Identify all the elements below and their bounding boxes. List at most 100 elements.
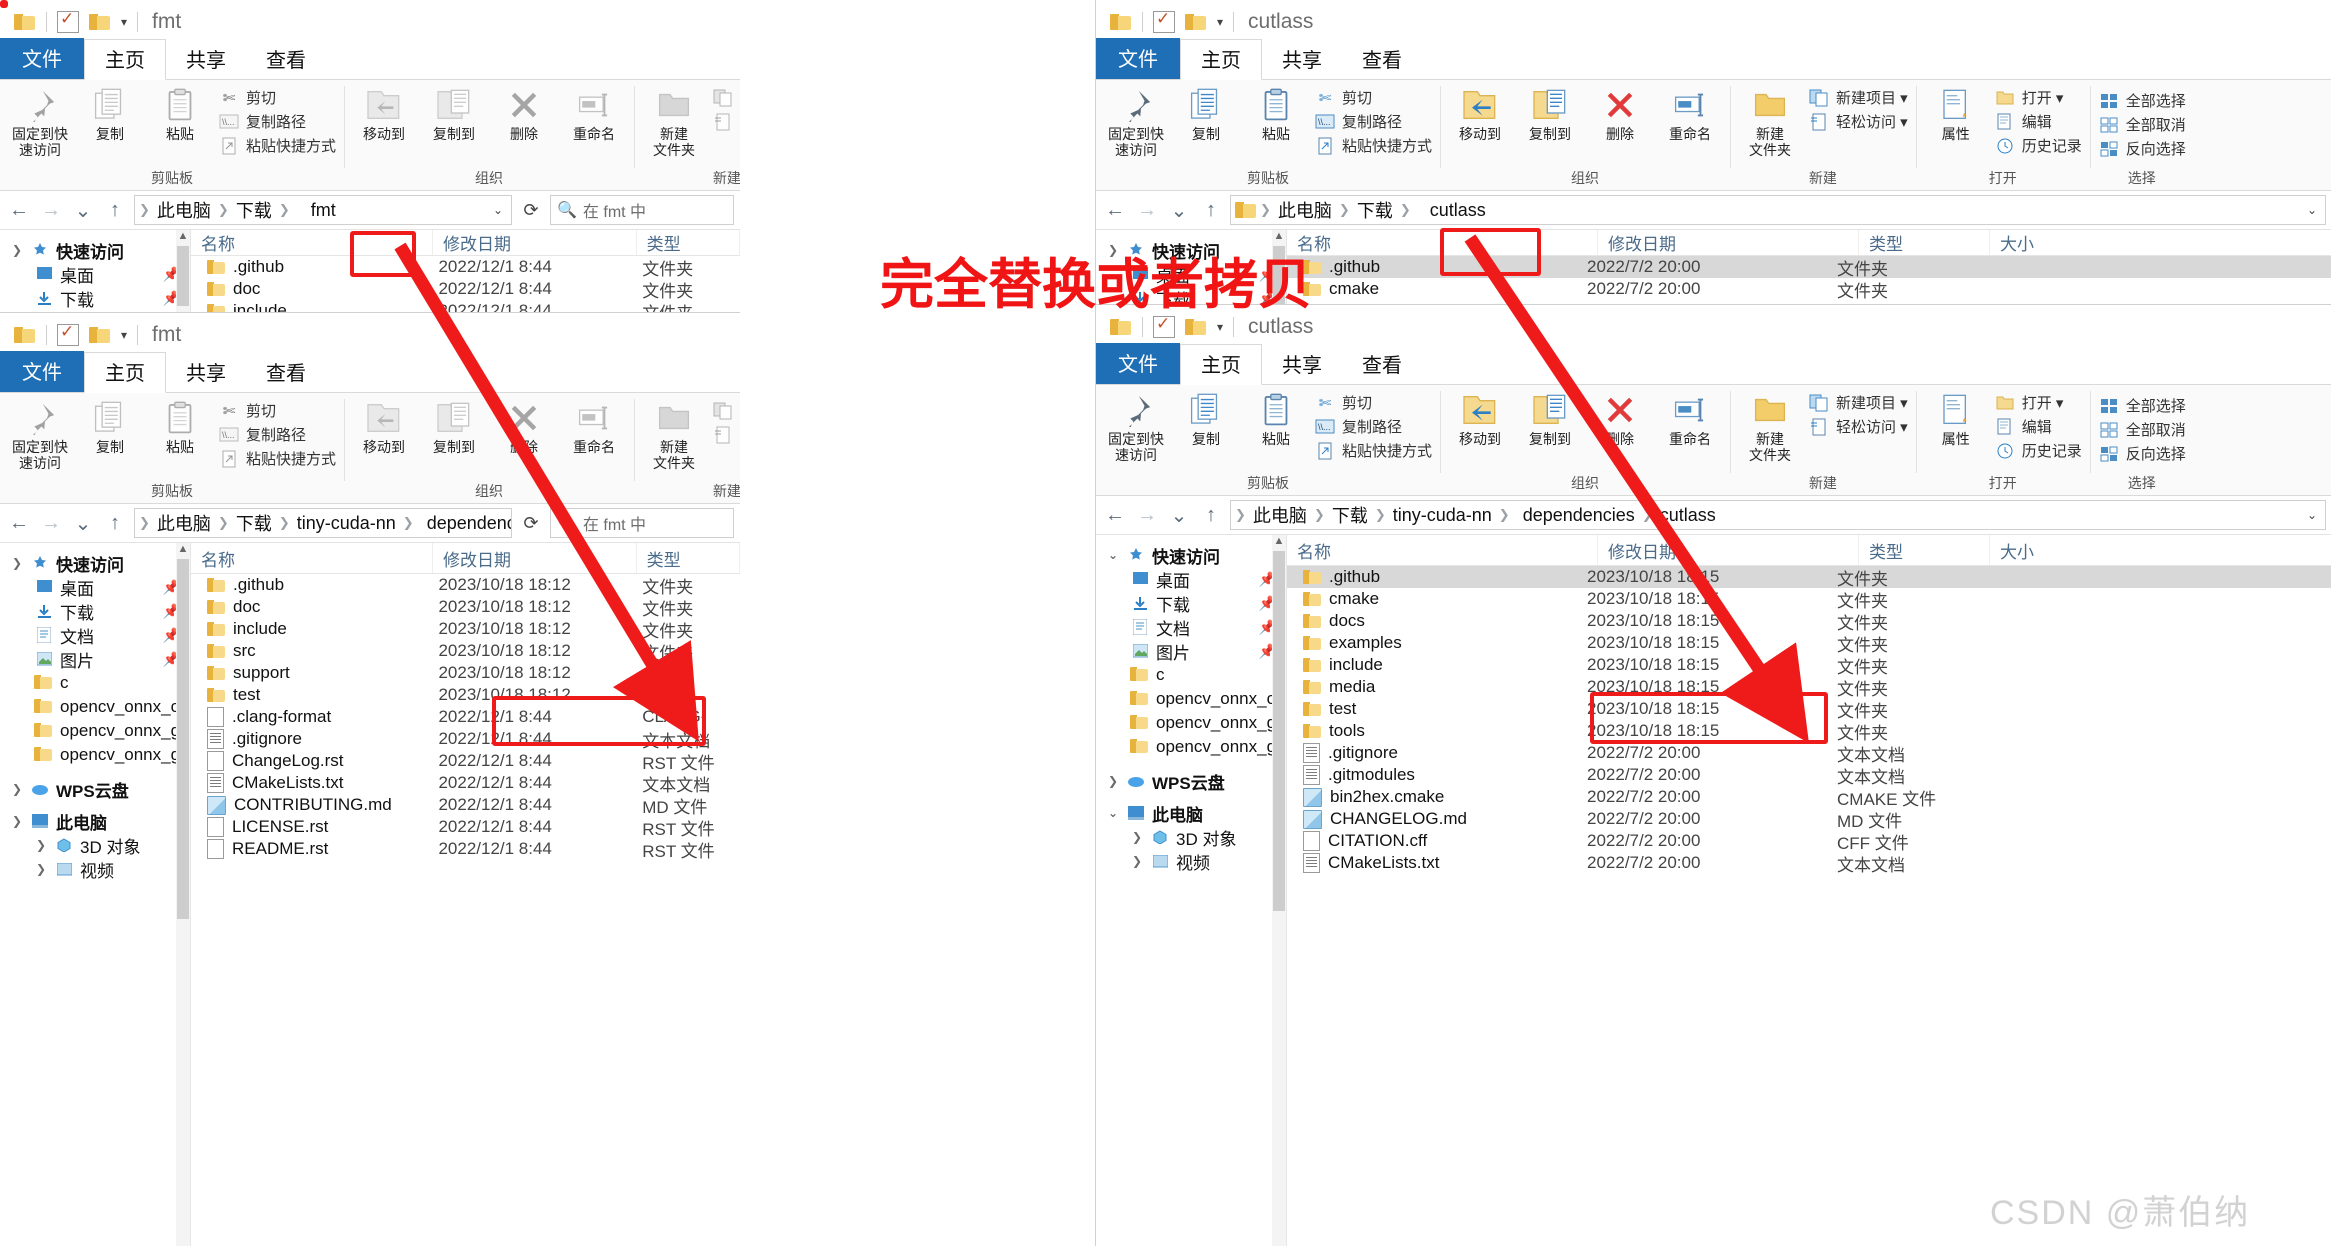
copy-to-button[interactable]: 复制到 [422,84,486,142]
nav-quick-access[interactable]: ⌄ 快速访问 [1096,543,1286,567]
chevron-down-icon[interactable]: ⌄ [2307,203,2321,217]
pin-to-quick-access-button[interactable]: 固定到快 速访问 [1104,389,1168,463]
open-button[interactable]: 打开 ▾ [1994,87,2082,108]
chevron-right-icon[interactable]: ❯ [10,782,24,796]
forward-button[interactable]: → [1134,504,1160,527]
tab-view[interactable]: 查看 [1342,345,1422,384]
new-folder-button[interactable]: 新建 文件夹 [1738,389,1802,463]
table-row[interactable]: CMakeLists.txt 2022/12/1 8:44 文本文档 [191,772,740,795]
table-row[interactable]: include 2022/12/1 8:44 文件夹 [191,300,740,312]
file-list-pane[interactable]: 名称 修改日期 类型 大小 .github 2023/10/18 18:15 文… [1287,535,2331,1246]
nav-scrollbar[interactable]: ▲ [1272,535,1286,1246]
tab-home[interactable]: 主页 [84,39,166,80]
pin-to-quick-access-button[interactable]: 固定到快 速访问 [1104,84,1168,158]
nav-item-opencv-onnx-gpu2[interactable]: opencv_onnx_gpu2 [0,719,190,743]
chevron-right-icon[interactable]: ❯ [10,556,24,570]
cut-button[interactable]: ✄ 剪切 [218,400,336,421]
tab-view[interactable]: 查看 [1342,40,1422,79]
column-header-type[interactable]: 类型 [637,543,740,573]
nav-wps-cloud[interactable]: ❯ WPS云盘 [0,777,190,801]
paste-button[interactable]: 粘贴 [148,397,212,455]
ribbon[interactable]: 固定到快 速访问 复制 粘贴 ✄ 剪切 \\... 复制路径 粘贴快捷方式 剪贴… [1096,80,2331,191]
table-row[interactable]: .github 2022/12/1 8:44 文件夹 [191,256,740,279]
rename-button[interactable]: 重命名 [562,397,626,455]
back-button[interactable]: ← [1102,199,1128,222]
ribbon-tabs[interactable]: 文件 主页 共享 查看 [1096,343,2331,385]
copy-to-button[interactable]: 复制到 [422,397,486,455]
navigation-pane[interactable]: ❯ 快速访问 桌面 📌 下载 📌 [0,230,191,312]
up-button[interactable]: ↑ [102,199,128,222]
chevron-right-icon[interactable]: ❯ [1106,774,1120,788]
cut-button[interactable]: ✄ 剪切 [218,87,336,108]
edit-button[interactable]: 编辑 [1994,111,2082,132]
navigation-pane[interactable]: ❯ 快速访问 桌面 📌 下载 📌 [0,543,191,1246]
properties-button[interactable]: 属性 [1924,84,1988,142]
checkbox-icon[interactable] [57,322,79,346]
nav-item-c[interactable]: c [0,671,190,695]
nav-item-videos[interactable]: ❯ 视频 [1096,849,1286,873]
explorer-window-top-left[interactable]: ▾ fmt 文件 主页 共享 查看 固定到快 速访问 [0,0,740,312]
file-list[interactable]: .github 2023/10/18 18:15 文件夹 cmake 2023/… [1287,566,2331,875]
column-headers[interactable]: 名称 修改日期 类型 [191,543,740,574]
chevron-down-icon[interactable]: ▾ [1217,320,1223,334]
breadcrumb-item[interactable]: 此电脑 [153,196,215,224]
scroll-thumb[interactable] [177,559,189,919]
chevron-down-icon[interactable]: ⌄ [1106,548,1120,562]
select-all-button[interactable]: 全部选择 [2098,90,2186,111]
paste-button[interactable]: 粘贴 [1244,84,1308,142]
nav-item-desktop[interactable]: 桌面 📌 [0,575,190,599]
column-headers[interactable]: 名称 修改日期 类型 [191,230,740,256]
pin-to-quick-access-button[interactable]: 固定到快 速访问 [8,397,72,471]
invert-selection-button[interactable]: 反向选择 [2098,138,2186,159]
file-list[interactable]: .github 2023/10/18 18:12 文件夹 doc 2023/10… [191,574,740,861]
open-button[interactable]: 打开 ▾ [1994,392,2082,413]
table-row[interactable]: .github 2022/7/2 20:00 文件夹 [1287,256,2331,279]
table-row[interactable]: media 2023/10/18 18:15 文件夹 [1287,676,2331,699]
scroll-thumb[interactable] [1273,551,1285,911]
table-row[interactable]: CHANGELOG.md 2022/7/2 20:00 MD 文件 [1287,808,2331,831]
scroll-up-arrow[interactable]: ▲ [176,543,190,559]
nav-item-documents[interactable]: 文档 📌 [0,623,190,647]
tab-file[interactable]: 文件 [0,351,84,392]
up-button[interactable]: ↑ [102,512,128,535]
tab-home[interactable]: 主页 [84,352,166,393]
move-to-button[interactable]: 移动到 [352,397,416,455]
chevron-right-icon[interactable]: ❯ [1130,854,1144,868]
breadcrumb[interactable]: ❯ 此电脑 ❯ 下载 ❯ tiny-cuda-nn ❯ dependencies… [1230,500,2326,530]
nav-item-opencv-onnx-cpu[interactable]: opencv_onnx_cpu [0,695,190,719]
column-headers[interactable]: 名称 修改日期 类型 大小 [1287,535,2331,566]
chevron-right-icon[interactable]: ❯ [10,243,24,257]
nav-scrollbar[interactable]: ▲ [176,230,190,312]
table-row[interactable]: doc 2022/12/1 8:44 文件夹 [191,278,740,301]
nav-item-downloads[interactable]: 下载 📌 [0,286,190,310]
delete-button[interactable]: 删除 [1588,389,1652,447]
back-button[interactable]: ← [1102,504,1128,527]
column-headers[interactable]: 名称 修改日期 类型 大小 [1287,230,2331,256]
nav-scrollbar[interactable]: ▲ [176,543,190,1246]
back-button[interactable]: ← [6,512,32,535]
new-item-button[interactable]: 新建项目 ▾ [712,400,740,421]
folder-properties-icon[interactable] [1185,12,1207,32]
folder-properties-icon[interactable] [89,325,111,345]
table-row[interactable]: support 2023/10/18 18:12 文件夹 [191,662,740,685]
rename-button[interactable]: 重命名 [1658,389,1722,447]
table-row[interactable]: test 2023/10/18 18:12 文件夹 [191,684,740,707]
breadcrumb-item[interactable]: 下载 [1353,196,1397,224]
nav-item-pictures[interactable]: 图片 📌 [0,647,190,671]
breadcrumb-item-current[interactable]: fmt [307,199,340,222]
copy-path-button[interactable]: \\... 复制路径 [1314,416,1432,437]
paste-shortcut-button[interactable]: 粘贴快捷方式 [1314,440,1432,461]
nav-item-desktop[interactable]: 桌面 📌 [1096,567,1286,591]
column-header-name[interactable]: 名称 [191,543,434,573]
paste-button[interactable]: 粘贴 [148,84,212,142]
history-button[interactable]: 历史记录 [1994,440,2082,461]
table-row[interactable]: README.rst 2022/12/1 8:44 RST 文件 [191,838,740,861]
forward-button[interactable]: → [38,512,64,535]
nav-item-opencv-onnx-cpu[interactable]: opencv_onnx_cpu [1096,687,1286,711]
breadcrumb[interactable]: ❯ 此电脑 ❯ 下载 ❯ tiny-cuda-nn ❯ dependencies… [134,508,512,538]
copy-button[interactable]: 复制 [1174,84,1238,142]
tab-share[interactable]: 共享 [166,353,246,392]
move-to-button[interactable]: 移动到 [1448,389,1512,447]
tab-share[interactable]: 共享 [166,40,246,79]
tab-share[interactable]: 共享 [1262,345,1342,384]
